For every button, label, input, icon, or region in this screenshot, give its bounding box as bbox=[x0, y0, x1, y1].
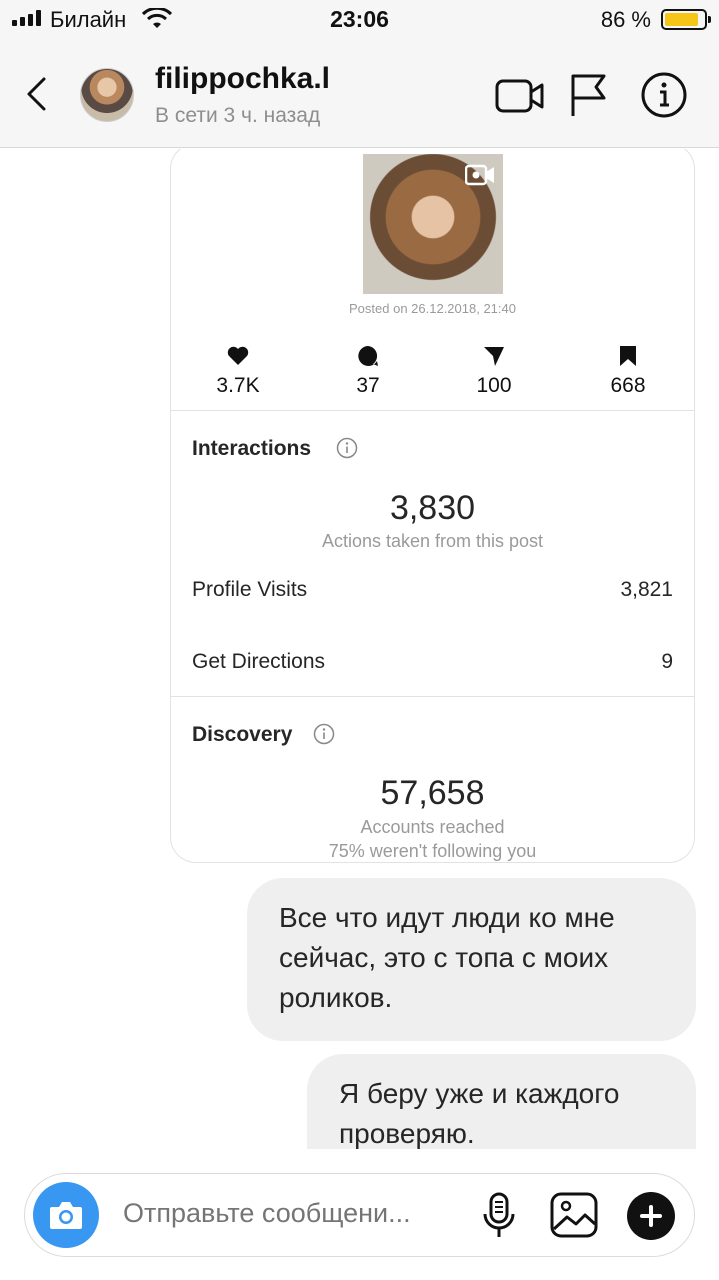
shared-post-insights-card[interactable]: Posted on 26.12.2018, 21:40 3.7K 37 100 … bbox=[170, 149, 695, 863]
camera-button[interactable] bbox=[33, 1182, 99, 1248]
add-button[interactable] bbox=[627, 1192, 675, 1240]
battery-percent: 86 % bbox=[600, 7, 651, 32]
get-directions-value: 9 bbox=[661, 650, 673, 673]
shares-count: 100 bbox=[476, 374, 512, 397]
discovery-note: 75% weren't following you bbox=[328, 841, 537, 861]
posted-date: Posted on 26.12.2018, 21:40 bbox=[349, 301, 516, 316]
heart-icon bbox=[227, 346, 249, 365]
message-input[interactable] bbox=[123, 1198, 463, 1229]
likes-stat: 3.7K bbox=[183, 344, 293, 398]
back-chevron-icon[interactable] bbox=[22, 76, 52, 112]
gallery-icon[interactable] bbox=[549, 1191, 599, 1239]
info-icon[interactable] bbox=[640, 71, 688, 119]
discovery-caption: Accounts reached bbox=[360, 817, 505, 837]
divider bbox=[171, 696, 694, 697]
saves-stat: 668 bbox=[573, 344, 683, 398]
interactions-total: 3,830 bbox=[389, 489, 476, 527]
info-icon[interactable] bbox=[313, 723, 335, 745]
discovery-total: 57,658 bbox=[380, 774, 485, 812]
flag-icon[interactable] bbox=[568, 72, 608, 118]
battery-fill bbox=[665, 13, 698, 26]
avatar[interactable] bbox=[80, 68, 134, 122]
interactions-caption: Actions taken from this post bbox=[321, 531, 544, 551]
message-composer bbox=[24, 1173, 695, 1257]
comments-stat: 37 bbox=[313, 344, 423, 398]
send-icon bbox=[484, 347, 504, 366]
username[interactable]: filippochka.l bbox=[155, 62, 330, 96]
message-list[interactable]: Posted on 26.12.2018, 21:40 3.7K 37 100 … bbox=[0, 149, 719, 1149]
comment-icon bbox=[358, 346, 378, 366]
info-icon[interactable] bbox=[336, 437, 358, 459]
bookmark-icon bbox=[620, 346, 636, 366]
shares-stat: 100 bbox=[439, 344, 549, 398]
message-bubble[interactable]: Я беру уже и каждого проверяю. bbox=[307, 1054, 696, 1149]
video-icon bbox=[465, 164, 494, 186]
saves-count: 668 bbox=[610, 374, 646, 397]
discovery-title: Discovery bbox=[192, 723, 293, 746]
message-bubble[interactable]: Все что идут люди ко мне сейчас, это с т… bbox=[247, 878, 696, 1041]
interactions-title: Interactions bbox=[192, 437, 312, 460]
profile-visits-value: 3,821 bbox=[620, 578, 673, 601]
comments-count: 37 bbox=[356, 374, 380, 397]
battery-icon bbox=[661, 9, 711, 30]
likes-count: 3.7K bbox=[216, 374, 260, 397]
camera-icon bbox=[50, 1202, 82, 1229]
get-directions-label: Get Directions bbox=[192, 650, 326, 673]
profile-visits-label: Profile Visits bbox=[192, 578, 308, 601]
online-status: В сети 3 ч. назад bbox=[155, 104, 321, 127]
video-call-icon[interactable] bbox=[494, 76, 546, 116]
divider bbox=[171, 410, 694, 411]
post-thumbnail[interactable] bbox=[363, 154, 503, 294]
status-bar: Билайн 23:06 86 % bbox=[0, 0, 719, 40]
microphone-icon[interactable] bbox=[481, 1192, 517, 1240]
chat-header: filippochka.l В сети 3 ч. назад bbox=[0, 40, 719, 148]
